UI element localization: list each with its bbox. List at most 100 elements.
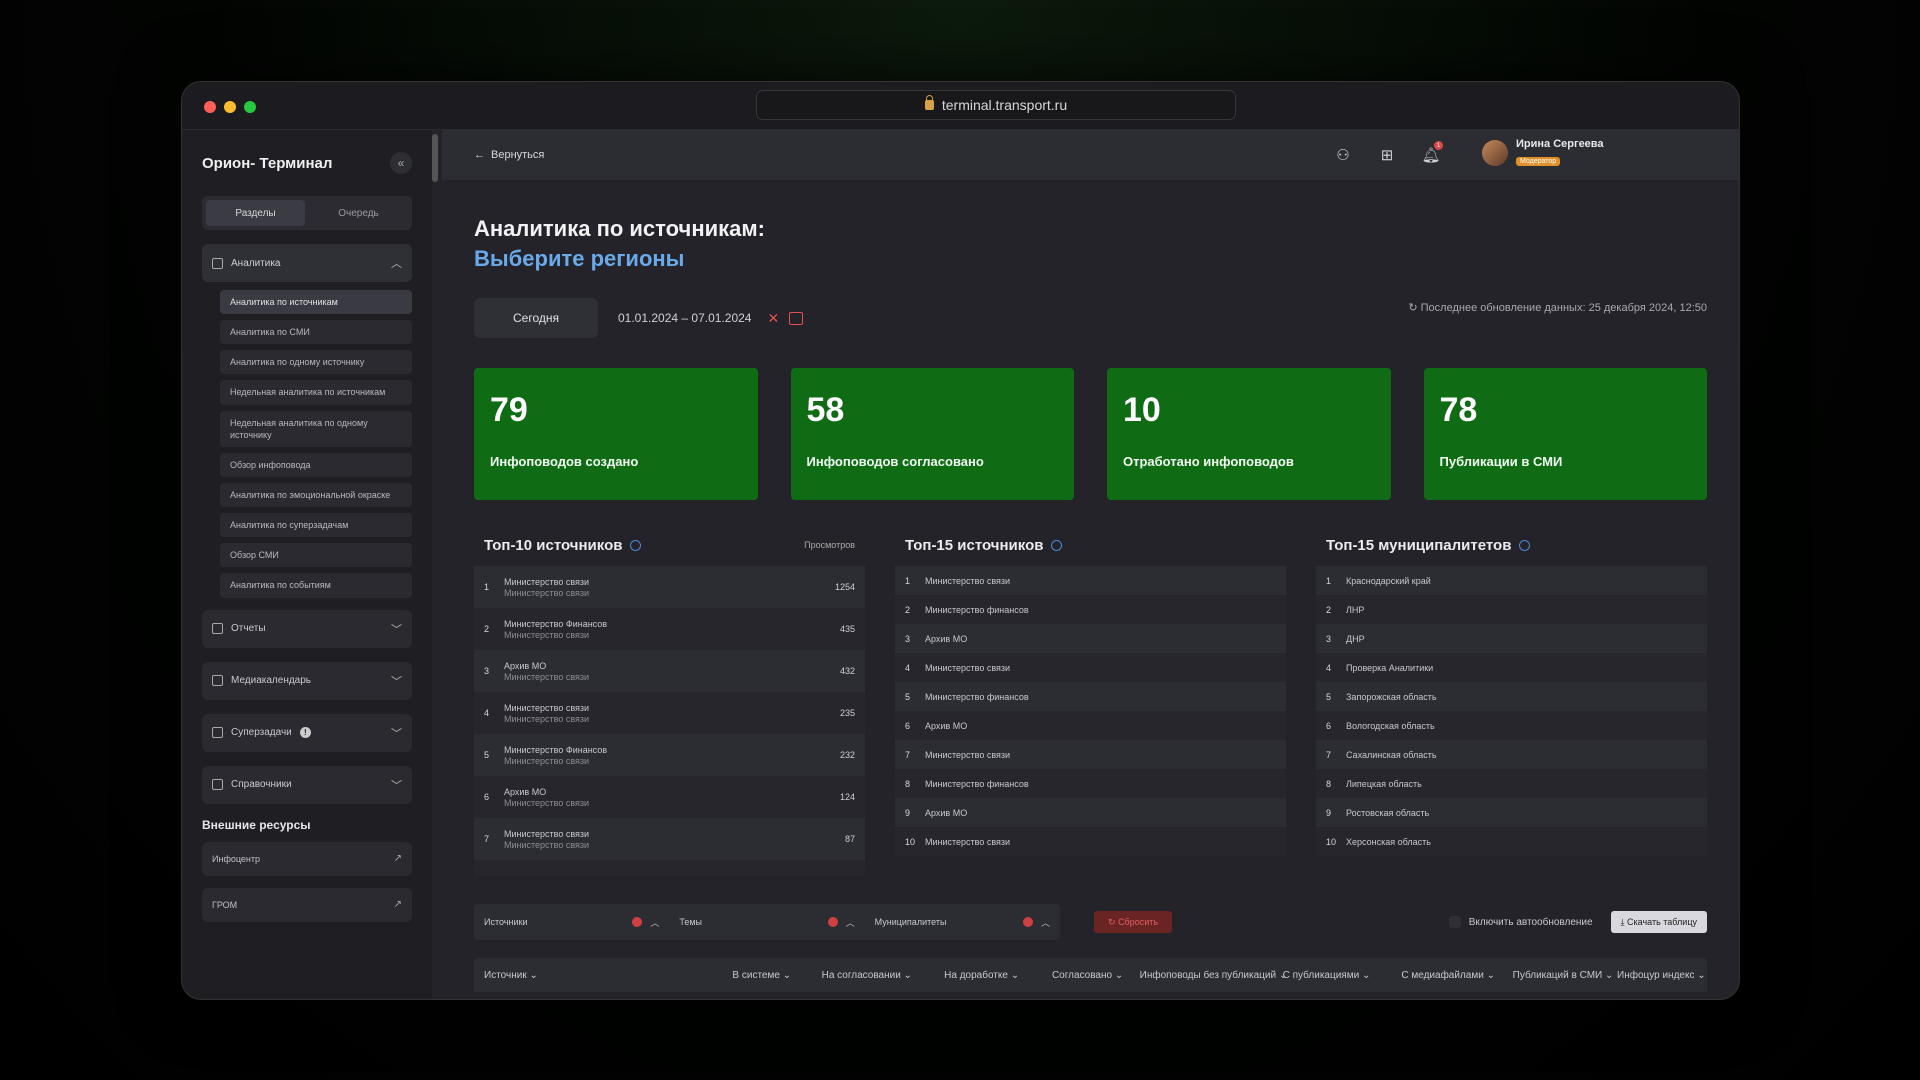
column-header[interactable]: В системе ⌄	[718, 970, 806, 981]
sidebar-group-references[interactable]: Справочники ﹀	[202, 765, 412, 804]
table-row[interactable]: 2 Министерство финансов	[895, 595, 1286, 624]
kpi-card: 58 Инфоповодов согласовано	[790, 368, 1074, 500]
refresh-icon: ↻	[1108, 916, 1119, 927]
table-row[interactable]: 8 Министерство финансов	[895, 769, 1286, 798]
sidebar-item-media-review[interactable]: Обзор СМИ	[220, 543, 412, 568]
column-header[interactable]: Согласовано ⌄	[1036, 970, 1140, 981]
info-icon[interactable]	[630, 539, 642, 551]
column-header[interactable]: Инфоповоды без публикаций ⌄	[1140, 970, 1288, 981]
user-menu[interactable]: Ирина Сергеева Модератор	[1482, 138, 1604, 168]
date-range-input[interactable]: 01.01.2024 – 07.01.2024	[618, 311, 751, 325]
sidebar-item-single-source[interactable]: Аналитика по одному источнику	[220, 350, 412, 375]
table-row[interactable]: 3 Архив МО Министерство связи 432	[474, 650, 865, 692]
column-header[interactable]: С медиафайлами ⌄	[1387, 970, 1509, 981]
column-header[interactable]: На доработке ⌄	[928, 970, 1036, 981]
sidebar-item-supertasks[interactable]: Аналитика по суперзадачам	[220, 513, 412, 538]
table-row[interactable]: 4 Министерство связи	[895, 653, 1286, 682]
book-icon	[212, 779, 223, 791]
select-regions-link[interactable]: Выберите регионы	[474, 244, 1707, 274]
table-row[interactable]: 9 Ростовская область	[1316, 798, 1707, 827]
table-rows[interactable]: 1 Министерство связи Министерство связи 125…	[474, 566, 865, 876]
sidebar-group-reports[interactable]: Отчеты ﹀	[202, 609, 412, 648]
analytics-submenu: Аналитика по источникам Аналитика по СМИ…	[220, 290, 412, 598]
external-link-infocenter[interactable]: Инфоцентр ↗	[202, 841, 412, 876]
table-row[interactable]: 10 Херсонская область	[1316, 827, 1707, 856]
row-value: 435	[839, 624, 855, 634]
bell-icon[interactable]: 🔔︎ 1	[1420, 141, 1443, 166]
column-header[interactable]: Публикаций в СМИ ⌄	[1509, 970, 1617, 981]
row-name: Министерство связи	[925, 836, 1011, 847]
external-link-grom[interactable]: ГРОМ ↗	[202, 887, 412, 922]
column-header[interactable]: С публикациями ⌄	[1266, 970, 1388, 981]
column-header[interactable]: На согласовании ⌄	[806, 970, 928, 981]
table-row[interactable]: 6 Архив МО Министерство связи 124	[474, 776, 865, 818]
calendar-icon[interactable]	[789, 311, 804, 325]
sidebar-item-media-analytics[interactable]: Аналитика по СМИ	[220, 320, 412, 345]
sidebar-item-weekly-single[interactable]: Недельная аналитика по одному источнику	[220, 410, 412, 447]
sidebar-scrollbar[interactable]	[432, 134, 438, 182]
back-button[interactable]: ← Вернуться	[474, 149, 544, 161]
minimize-window-button[interactable]	[224, 101, 236, 113]
address-bar[interactable]: terminal.transport.ru	[756, 90, 1236, 120]
column-header[interactable]: Инфоцур индекс ⌄	[1617, 970, 1706, 981]
today-button[interactable]: Сегодня	[474, 298, 598, 338]
table-row[interactable]: 6 Архив МО	[895, 711, 1286, 740]
filter-sources[interactable]: Источники ︿	[474, 916, 669, 929]
users-icon[interactable]: ⚇	[1332, 144, 1354, 166]
maximize-window-button[interactable]	[244, 101, 256, 113]
table-rows[interactable]: 1 Краснодарский край 2 ЛНР 3 ДНР 4 Проверка Ана…	[1316, 566, 1707, 876]
table-row[interactable]: 7 Министерство связи Министерство связи 87	[474, 818, 865, 860]
close-window-button[interactable]	[204, 101, 216, 113]
table-row[interactable]: 8 Липецкая область	[1316, 769, 1707, 798]
download-table-button[interactable]: ⤓ Скачать таблицу	[1610, 911, 1707, 933]
sidebar-item-sources-analytics[interactable]: Аналитика по источникам	[220, 290, 412, 315]
sidebar-item-infopovod-review[interactable]: Обзор инфоповода	[220, 452, 412, 477]
table-row[interactable]: 4 Проверка Аналитики	[1316, 653, 1707, 682]
toggle-switch[interactable]	[1448, 916, 1461, 928]
table-row[interactable]: 1 Министерство связи Министерство связи 125…	[474, 566, 865, 608]
table-row[interactable]: 5 Министерство финансов	[895, 682, 1286, 711]
sidebar-group-supertasks[interactable]: Суперзадачи ! ﹀	[202, 713, 412, 752]
table-row[interactable]: 4 Министерство связи Министерство связи 235	[474, 692, 865, 734]
table-rows[interactable]: 1 Министерство связи 2 Министерство финансо…	[895, 566, 1286, 876]
table-row[interactable]: 5 Запорожская область	[1316, 682, 1707, 711]
row-name: Липецкая область	[1346, 778, 1422, 789]
info-icon[interactable]	[1519, 539, 1531, 551]
column-header[interactable]: Источник ⌄	[484, 970, 718, 981]
table-row[interactable]: 2 ЛНР	[1316, 595, 1707, 624]
filter-topics[interactable]: Темы ︿	[669, 916, 864, 929]
sidebar-group-analytics[interactable]: Аналитика ︿	[202, 244, 412, 282]
reset-filters-button[interactable]: ↻ Сбросить	[1094, 911, 1173, 933]
table-row[interactable]: 3 Архив МО	[895, 624, 1286, 653]
table-row[interactable]: 8Министерство Финансов45	[474, 860, 865, 876]
tab-sections[interactable]: Разделы	[206, 200, 305, 226]
kpi-card: 79 Инфоповодов создано	[474, 368, 758, 500]
sidebar-group-mediacalendar[interactable]: Медиакалендарь ﹀	[202, 661, 412, 700]
add-icon[interactable]: ⊞	[1376, 144, 1398, 166]
sidebar-item-weekly-sources[interactable]: Недельная аналитика по источникам	[220, 380, 412, 405]
table-row[interactable]: 6 Вологодская область	[1316, 711, 1707, 740]
report-icon	[212, 623, 223, 635]
avatar	[1482, 140, 1508, 166]
table-row[interactable]: 10 Министерство связи	[895, 827, 1286, 856]
table-row[interactable]: 9 Архив МО	[895, 798, 1286, 827]
collapse-sidebar-button[interactable]: «	[390, 152, 412, 174]
table-row[interactable]: 5 Министерство Финансов Министерство связи…	[474, 734, 865, 776]
clear-date-icon[interactable]: ✕	[767, 310, 779, 327]
row-subtitle: Министерство связи	[504, 839, 590, 850]
table-row[interactable]: 7 Министерство связи	[895, 740, 1286, 769]
table-row[interactable]: 7 Сахалинская область	[1316, 740, 1707, 769]
notification-count: 1	[1434, 141, 1443, 150]
sidebar-item-emotion[interactable]: Аналитика по эмоциональной окраске	[220, 482, 412, 508]
table-row[interactable]: 3 ДНР	[1316, 624, 1707, 653]
filter-municipalities[interactable]: Муниципалитеты ︿	[865, 916, 1060, 929]
sidebar-item-events[interactable]: Аналитика по событиям	[220, 573, 412, 598]
table-row[interactable]: 1 Краснодарский край	[1316, 566, 1707, 595]
table-row[interactable]: 1 Министерство связи	[895, 566, 1286, 595]
autoupdate-toggle[interactable]: Включить автообновление	[1448, 916, 1593, 928]
tab-queue[interactable]: Очередь	[309, 200, 408, 226]
table-row[interactable]: 2 Министерство Финансов Министерство связи…	[474, 608, 865, 650]
column-header: Просмотров	[804, 540, 855, 550]
row-name: ДНР	[1346, 633, 1365, 644]
info-icon[interactable]	[1051, 539, 1063, 551]
